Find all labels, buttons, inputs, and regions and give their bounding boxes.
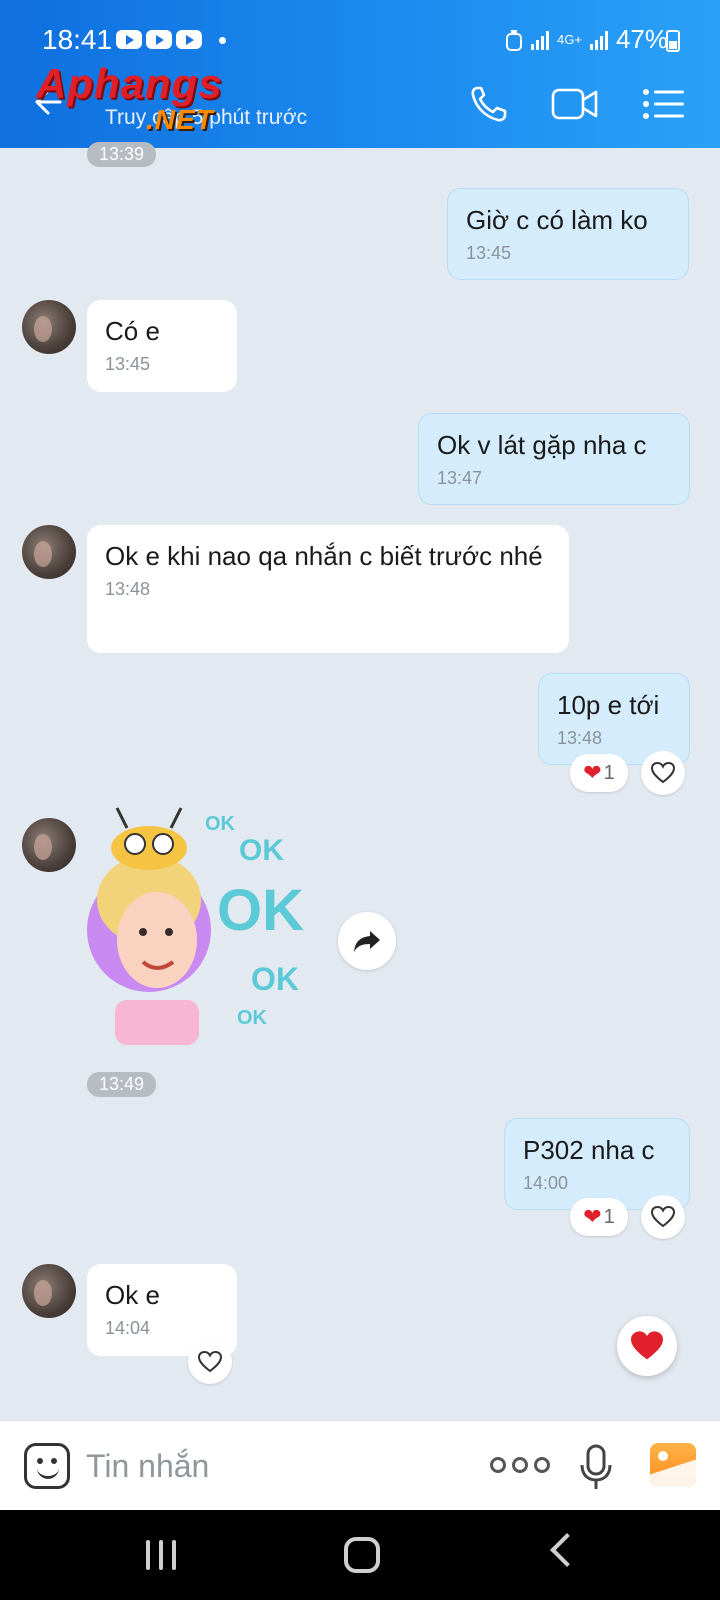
message-input-bar [0,1420,720,1510]
more-options-button[interactable] [490,1457,550,1473]
sticker-eye [139,928,147,936]
sticker-face [117,892,197,988]
image-gallery-button[interactable] [650,1443,696,1487]
reaction-summary[interactable]: ❤ 1 [570,754,628,792]
heart-icon: ❤ [583,1204,602,1229]
microphone-icon[interactable] [576,1443,616,1491]
message-text: P302 nha c [523,1135,655,1165]
sticker-eye [165,928,173,936]
sticker-antennae [115,807,183,829]
sticker-bee-eye [152,833,174,855]
message-time-pill: 13:49 [87,1072,157,1097]
reaction-count: 1 [603,761,615,784]
avatar[interactable] [22,300,76,354]
sticker-ok-text: OK [205,813,236,835]
avatar[interactable] [22,818,76,872]
message-text: Giờ c có làm ko [466,205,648,235]
more-notifications-dot [219,37,226,44]
reaction-count: 1 [603,1205,615,1228]
sticker-ok-text: OK [237,1007,268,1029]
sticker-bee-hat [111,826,187,870]
heart-outline-icon [650,1205,676,1228]
quick-heart-reaction-button[interactable] [617,1316,677,1376]
back-button[interactable] [550,1533,584,1567]
message-time: 13:48 [557,728,603,748]
wifi-signal-icon [531,30,550,50]
message-text: Có e [105,316,160,346]
message-time: 14:00 [523,1173,569,1193]
ok-sticker[interactable]: OK OK OK OK OK [87,800,327,1045]
message-time: 13:45 [105,354,151,374]
react-heart-button[interactable] [641,1195,685,1239]
heart-outline-icon [197,1350,223,1373]
smiley-icon [37,1468,59,1479]
message-bubble-outgoing[interactable]: Giờ c có làm ko 13:45 [447,188,689,280]
message-time: 13:48 [105,579,151,599]
alarm-icon [506,29,523,51]
sticker-ok-text: OK [239,834,284,867]
message-input[interactable] [86,1443,466,1489]
network-type: 4G+ [557,32,582,47]
app-bar: Truy cập 5 phút trước Aphangs .NET [0,60,720,148]
status-indicators: 4G+ 47% [505,24,668,55]
heart-outline-icon [650,761,676,784]
share-arrow-icon [354,931,380,952]
message-bubble-incoming[interactable]: Ok e khi nao qa nhắn c biết trước nhé 13… [87,525,569,653]
message-text: Ok e khi nao qa nhắn c biết trước nhé [105,541,543,571]
avatar[interactable] [22,1264,76,1318]
recent-apps-button[interactable] [146,1540,176,1570]
video-call-icon[interactable] [551,82,599,126]
youtube-notification-icon [116,30,142,49]
message-bubble-outgoing[interactable]: Ok v lát gặp nha c 13:47 [418,413,690,505]
message-text: Ok v lát gặp nha c [437,430,647,460]
heart-icon: ❤ [583,760,602,785]
sticker-bee-eye [124,833,146,855]
youtube-notification-icon [176,30,202,49]
reaction-summary[interactable]: ❤ 1 [570,1198,628,1236]
react-heart-button[interactable] [641,751,685,795]
react-heart-button[interactable] [188,1340,232,1384]
forward-button[interactable] [338,912,396,970]
sticker-ok-text: OK [251,961,299,997]
message-time: 14:04 [105,1318,151,1338]
message-time: 13:47 [437,468,483,488]
emoji-sticker-button[interactable] [24,1443,70,1489]
phone-icon[interactable] [466,82,514,126]
message-time-pill: 13:39 [87,142,157,167]
message-bubble-incoming[interactable]: Có e 13:45 [87,300,237,392]
sticker-shirt [115,1000,199,1045]
home-button[interactable] [344,1537,380,1573]
heart-icon [631,1331,663,1360]
message-time: 13:45 [466,243,512,263]
youtube-notification-icon [146,30,172,49]
status-time: 18:41 [42,24,113,55]
battery-icon [666,30,680,52]
cell-signal-icon [589,30,608,50]
message-text: Ok e [105,1280,160,1310]
avatar[interactable] [22,525,76,579]
battery-percent: 47% [615,24,668,54]
menu-icon[interactable] [640,82,688,126]
sticker-ok-text: OK [217,878,304,943]
watermark-logo: Aphangs .NET [36,60,223,135]
message-text: 10p e tới [557,690,660,720]
system-navigation-bar [0,1510,720,1600]
